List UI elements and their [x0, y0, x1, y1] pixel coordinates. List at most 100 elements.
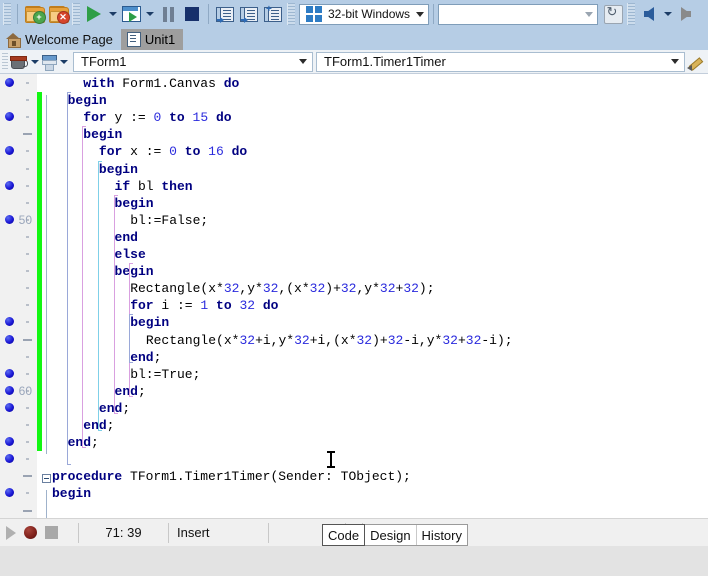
bookmark-icon[interactable]	[5, 385, 14, 395]
code-line[interactable]: end;	[130, 349, 161, 366]
bookmark-icon[interactable]	[5, 334, 14, 344]
back-dropdown-icon[interactable]	[661, 2, 674, 26]
code-line[interactable]: bl:=True;	[130, 366, 200, 383]
gutter-line[interactable]	[0, 313, 37, 330]
open-folder-add-icon[interactable]: +	[22, 2, 46, 26]
gutter-line[interactable]	[0, 74, 37, 91]
gutter-line[interactable]	[0, 279, 37, 296]
gutter-line[interactable]	[0, 194, 37, 211]
tab-welcome-page[interactable]: Welcome Page	[0, 29, 121, 50]
status-run-icon[interactable]	[6, 525, 16, 540]
bookmark-icon[interactable]	[5, 214, 14, 224]
code-line[interactable]: bl:=False;	[130, 212, 208, 229]
toolbar-grip-3[interactable]	[287, 3, 295, 25]
gutter-line[interactable]	[0, 262, 37, 279]
gutter-line[interactable]	[0, 365, 37, 382]
toolbar-grip-4[interactable]	[627, 3, 635, 25]
form-designer-icon[interactable]	[41, 54, 57, 71]
form-dropdown-icon[interactable]	[57, 50, 70, 74]
gutter-line[interactable]	[0, 348, 37, 365]
class-select-chevron-down-icon[interactable]	[293, 59, 312, 64]
status-stop-icon[interactable]	[45, 526, 58, 539]
gutter-line[interactable]	[0, 416, 37, 433]
open-folder-remove-icon[interactable]: ✕	[46, 2, 70, 26]
bookmark-icon[interactable]	[5, 112, 14, 122]
code-line[interactable]: begin	[130, 314, 169, 331]
platform-select[interactable]: 32-bit Windows	[299, 3, 429, 25]
class-select[interactable]: TForm1	[73, 51, 313, 72]
code-line[interactable]: procedure TForm1.Timer1Timer(Sender: TOb…	[52, 468, 411, 485]
platform-select-chevron-down-icon[interactable]	[411, 11, 428, 17]
gutter-line[interactable]	[0, 502, 37, 519]
insert-mode[interactable]: Insert	[168, 522, 268, 543]
trace-into-icon[interactable]	[237, 2, 261, 26]
gutter-line[interactable]	[0, 91, 37, 108]
code-line[interactable]: for y := 0 to 15 do	[83, 109, 231, 126]
toolbar-grip[interactable]	[3, 3, 11, 25]
run-icon[interactable]	[82, 2, 106, 26]
gutter-line[interactable]	[0, 450, 37, 467]
run-without-debugging-dropdown-icon[interactable]	[143, 2, 156, 26]
code-text[interactable]: with Form1.Canvas do begin for y := 0 to 1…	[52, 74, 708, 518]
code-line[interactable]: else	[115, 246, 146, 263]
coffee-cup-icon[interactable]	[10, 54, 28, 70]
code-line[interactable]: for x := 0 to 16 do	[99, 143, 247, 160]
gutter-line[interactable]	[0, 245, 37, 262]
back-icon[interactable]	[637, 2, 661, 26]
bookmark-icon[interactable]	[5, 437, 14, 447]
code-line[interactable]: begin	[68, 92, 107, 109]
gutter-line[interactable]	[0, 160, 37, 177]
config-select-chevron-down-icon[interactable]	[580, 11, 597, 17]
step-out-icon[interactable]: +	[261, 2, 285, 26]
gutter-line[interactable]	[0, 228, 37, 245]
bookmark-icon[interactable]	[5, 317, 14, 327]
stop-icon[interactable]	[180, 2, 204, 26]
code-line[interactable]: begin	[115, 263, 154, 280]
step-over-icon[interactable]	[213, 2, 237, 26]
code-line[interactable]: begin	[83, 126, 122, 143]
status-record-icon[interactable]	[24, 526, 37, 539]
gutter-line[interactable]	[0, 125, 37, 142]
gutter-line[interactable]	[0, 296, 37, 313]
gutter-line[interactable]	[0, 331, 37, 348]
forward-icon[interactable]	[674, 2, 698, 26]
gutter-line[interactable]	[0, 467, 37, 484]
toolbar-grip-2[interactable]	[72, 3, 80, 25]
code-line[interactable]: end	[115, 229, 138, 246]
navbar-grip[interactable]	[2, 52, 8, 71]
gutter-line[interactable]	[0, 484, 37, 501]
code-line[interactable]: if bl then	[115, 178, 193, 195]
run-without-debugging-icon[interactable]	[119, 2, 143, 26]
code-line[interactable]: with Form1.Canvas do	[83, 75, 239, 92]
gutter-line[interactable]	[0, 433, 37, 450]
fold-toggle-icon[interactable]	[42, 474, 51, 484]
member-select[interactable]: TForm1.Timer1Timer	[316, 51, 685, 72]
config-select[interactable]	[438, 3, 598, 25]
bookmark-icon[interactable]	[5, 454, 14, 464]
tab-design[interactable]: Design	[365, 525, 417, 545]
editor-gutter[interactable]: 50 60	[0, 74, 37, 518]
code-line[interactable]: Rectangle(x*32,y*32,(x*32)+32,y*32+32);	[130, 280, 434, 297]
bookmark-icon[interactable]	[5, 368, 14, 378]
code-folding-column[interactable]	[42, 74, 52, 518]
bookmark-icon[interactable]	[5, 180, 14, 190]
code-line[interactable]: Rectangle(x*32+i,y*32+i,(x*32)+32-i,y*32…	[146, 332, 513, 349]
code-line[interactable]: begin	[52, 485, 91, 502]
member-select-chevron-down-icon[interactable]	[665, 59, 684, 64]
refresh-icon[interactable]	[601, 2, 625, 26]
pencil-icon[interactable]	[687, 54, 704, 71]
code-editor[interactable]: 50 60 with Form1.Canvas do begin for y := 0…	[0, 74, 708, 518]
gutter-line[interactable]	[0, 177, 37, 194]
bookmark-icon[interactable]	[5, 488, 14, 498]
code-line[interactable]: for i := 1 to 32 do	[130, 297, 278, 314]
tab-unit1[interactable]: Unit1	[120, 29, 184, 50]
coffee-dropdown-icon[interactable]	[28, 50, 41, 74]
bookmark-icon[interactable]	[5, 146, 14, 156]
code-line[interactable]: begin	[99, 161, 138, 178]
code-line[interactable]: begin	[115, 195, 154, 212]
gutter-line[interactable]	[0, 108, 37, 125]
bookmark-icon[interactable]	[5, 78, 14, 87]
gutter-line[interactable]	[0, 399, 37, 416]
pause-icon[interactable]	[156, 2, 180, 26]
gutter-line[interactable]	[0, 142, 37, 159]
